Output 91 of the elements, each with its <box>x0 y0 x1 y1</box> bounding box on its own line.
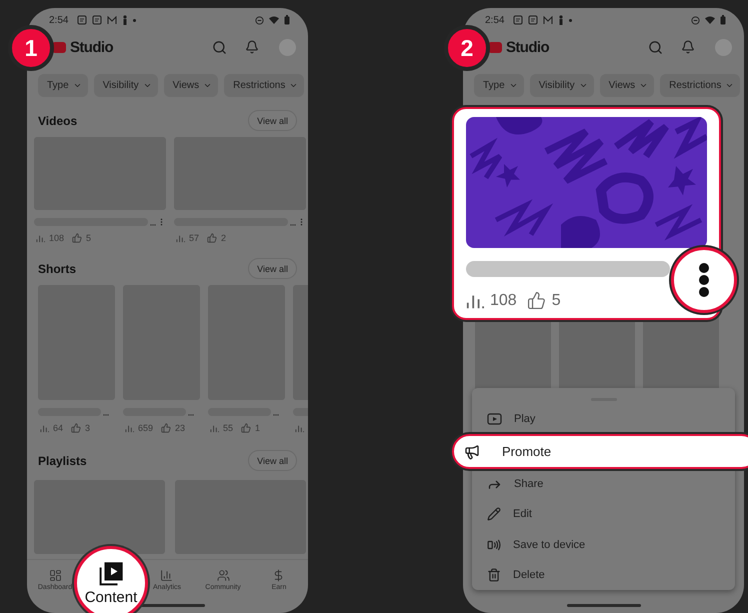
view-count: 64 <box>53 423 64 433</box>
menu-item[interactable]: Delete <box>472 560 735 590</box>
trash-icon <box>487 568 501 582</box>
views-icon <box>125 424 134 432</box>
chevron-icon <box>578 81 588 90</box>
like-count: 5 <box>552 292 561 310</box>
mail-icon <box>543 16 554 24</box>
views-icon <box>40 424 49 432</box>
view-count: 55 <box>223 423 234 433</box>
filter-chip[interactable]: Restrictions <box>224 74 304 97</box>
view-count: 108 <box>490 292 517 310</box>
section-title: Playlists <box>38 454 87 468</box>
view-all-button[interactable]: View all <box>248 450 297 471</box>
like-count: 3 <box>85 423 90 433</box>
views-icon <box>36 234 45 242</box>
play-icon <box>487 412 502 425</box>
menu-item[interactable]: Share <box>472 469 735 500</box>
pencil-icon <box>487 507 501 522</box>
section-title: Videos <box>38 114 78 128</box>
figure-icon <box>122 15 128 25</box>
menu-item[interactable]: Save to device <box>472 530 735 560</box>
redacted-title <box>123 408 195 416</box>
calendar-icon <box>92 15 102 25</box>
view-count: 108 <box>49 233 64 243</box>
chevron-icon <box>725 81 734 90</box>
like-count: 2 <box>221 233 226 243</box>
nav-icon <box>160 569 174 582</box>
nav-icon <box>48 569 62 582</box>
filter-chip[interactable]: Restrictions <box>660 74 740 97</box>
megaphone-icon <box>464 444 480 460</box>
calendar-icon <box>528 15 538 25</box>
battery-icon <box>284 15 290 25</box>
menu-item[interactable]: Play <box>472 404 735 434</box>
do-not-disturb-icon <box>691 16 700 24</box>
like-icon <box>72 233 82 243</box>
chevron-icon <box>203 81 212 90</box>
dot-icon <box>569 18 572 22</box>
filter-chip[interactable]: Type <box>474 74 524 97</box>
bell-icon[interactable] <box>245 40 259 54</box>
nav-icon <box>216 569 230 582</box>
status-time: 2:54 <box>485 14 504 26</box>
calendar-icon <box>513 15 524 25</box>
status-time: 2:54 <box>49 14 68 26</box>
view-all-button[interactable]: View all <box>248 110 297 131</box>
chevron-icon <box>289 81 298 90</box>
do-not-disturb-icon <box>255 16 264 24</box>
chevron-icon <box>639 81 648 90</box>
section-title: Shorts <box>38 262 76 276</box>
battery-icon <box>720 15 726 25</box>
thumbnail-placeholder[interactable] <box>34 480 165 554</box>
mail-icon <box>107 16 118 24</box>
views-icon <box>210 424 219 432</box>
like-icon <box>207 233 218 243</box>
like-count: 1 <box>255 423 260 433</box>
menu-item[interactable]: Promote <box>452 434 748 470</box>
view-all-button[interactable]: View all <box>248 258 297 279</box>
like-count: 5 <box>86 233 92 243</box>
like-count: 23 <box>175 423 186 433</box>
search-icon[interactable] <box>648 40 663 54</box>
filter-chip[interactable]: Type <box>38 74 88 97</box>
chevron-icon <box>142 81 152 90</box>
wifi-icon <box>269 16 279 24</box>
more-icon <box>699 263 709 297</box>
chevron-icon <box>72 81 82 90</box>
bell-icon[interactable] <box>681 40 695 54</box>
filter-chip[interactable]: Visibility <box>94 74 158 97</box>
content-icon <box>98 560 124 586</box>
filter-chip[interactable]: Views <box>600 74 654 97</box>
video-card[interactable]: 108 5 <box>452 107 721 320</box>
chevron-icon <box>508 81 518 90</box>
wifi-icon <box>705 16 715 24</box>
filter-chip[interactable]: Views <box>164 74 218 97</box>
redacted-title <box>208 408 280 416</box>
filter-chip[interactable]: Visibility <box>530 74 594 97</box>
search-icon[interactable] <box>212 40 227 54</box>
like-icon <box>71 423 82 433</box>
like-icon <box>241 423 252 433</box>
views-icon <box>176 234 185 242</box>
views-icon <box>295 424 304 432</box>
view-count: 659 <box>138 423 154 433</box>
dot-icon <box>133 18 136 22</box>
redacted-title <box>38 408 110 416</box>
calendar-icon <box>77 15 88 25</box>
like-icon <box>161 423 172 433</box>
app-title: Studio <box>70 38 114 56</box>
menu-item[interactable]: Edit <box>472 499 735 530</box>
magnified-nav-item[interactable]: Content <box>74 546 148 613</box>
view-count: 57 <box>189 233 200 243</box>
like-icon <box>526 291 546 310</box>
app-title: Studio <box>506 38 550 56</box>
figure-icon <box>558 15 564 25</box>
